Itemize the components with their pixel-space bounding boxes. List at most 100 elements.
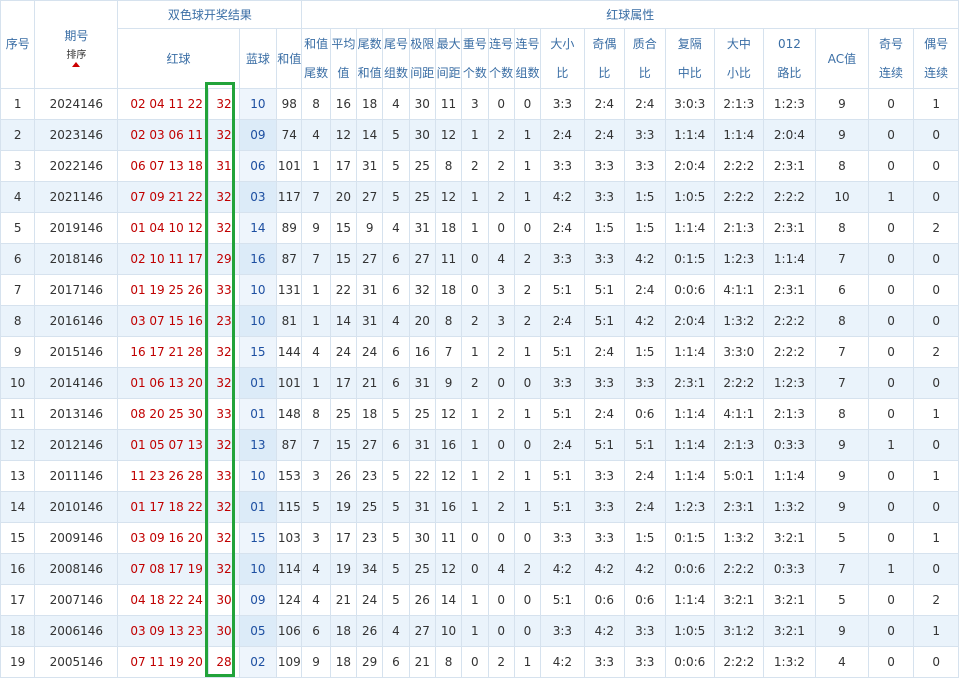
row-attr-cell: 153	[276, 460, 303, 492]
sort-arrow-icon[interactable]	[72, 61, 81, 67]
row-attr-cell: 10	[815, 181, 869, 213]
row-attr-cell: 0:1:5	[664, 243, 716, 275]
row-attr-cell: 106	[276, 615, 303, 647]
row-red-numbers: 03 07 15 16 17	[117, 305, 210, 337]
row-attr-cell: 2:2:2	[714, 646, 764, 678]
header-repeat-gap: 复隔 中比	[664, 28, 716, 89]
row-attr-cell: 2:1:3	[714, 212, 764, 244]
row-attr-cell: 124	[276, 584, 303, 616]
row-attr-cell: 3	[461, 88, 489, 120]
table-row: 18200614603 09 13 23 2630051066182642710…	[0, 615, 959, 647]
header-prime-composite: 质合比	[624, 28, 666, 89]
row-red-last: 32	[208, 336, 240, 368]
row-attr-cell: 0	[487, 615, 515, 647]
row-attr-cell: 1	[513, 181, 542, 213]
row-attr-cell: 4	[815, 646, 869, 678]
row-attr-cell: 26	[408, 584, 436, 616]
row-attr-cell: 30	[408, 88, 436, 120]
row-attr-cell: 3:3	[624, 119, 666, 151]
row-red-last: 32	[208, 522, 240, 554]
sort-label[interactable]: 排序	[36, 50, 117, 61]
row-attr-cell: 31	[356, 150, 384, 182]
row-attr-cell: 4	[382, 615, 410, 647]
table-row: 7201714601 19 25 26 27331013112231632180…	[0, 274, 959, 306]
row-red-numbers: 01 06 13 20 28	[117, 367, 210, 399]
row-attr-cell: 2	[513, 243, 542, 275]
row-attr-cell: 6	[382, 243, 410, 275]
header-consecutive-count: 连号 个数	[487, 28, 515, 89]
row-attr-cell: 101	[276, 367, 303, 399]
row-attr-cell: 1:1:4	[664, 212, 716, 244]
row-attr-cell: 8	[815, 150, 869, 182]
row-attr-cell: 1:1:4	[664, 119, 716, 151]
row-blue-ball: 13	[238, 429, 278, 461]
row-attr-cell: 6	[382, 367, 410, 399]
row-attr-cell: 2:4	[583, 398, 626, 430]
row-attr-cell: 5:1	[540, 336, 585, 368]
header-red-ball: 红球	[117, 28, 240, 89]
row-attr-cell: 3:3	[583, 367, 626, 399]
row-red-numbers: 07 09 21 22 28	[117, 181, 210, 213]
row-attr-cell: 2	[513, 553, 542, 585]
row-attr-cell: 1	[913, 460, 959, 492]
row-attr-cell: 87	[276, 243, 303, 275]
row-attr-cell: 26	[329, 460, 358, 492]
row-attr-cell: 5	[382, 553, 410, 585]
row-red-last: 31	[208, 150, 240, 182]
row-red-last: 33	[208, 274, 240, 306]
row-seq: 8	[0, 305, 36, 337]
row-attr-cell: 1:5	[624, 522, 666, 554]
row-attr-cell: 3:2:1	[762, 615, 817, 647]
row-attr-cell: 5	[382, 119, 410, 151]
row-attr-cell: 2:2:2	[762, 181, 817, 213]
row-attr-cell: 5	[301, 491, 331, 523]
row-attr-cell: 2:0:4	[664, 305, 716, 337]
row-attr-cell: 1:0:5	[664, 181, 716, 213]
row-attr-cell: 19	[329, 553, 358, 585]
row-attr-cell: 2:2:2	[714, 150, 764, 182]
row-attr-cell: 5	[382, 491, 410, 523]
row-attr-cell: 4	[382, 212, 410, 244]
row-attr-cell: 1:3:2	[714, 522, 764, 554]
row-attr-cell: 5	[382, 584, 410, 616]
row-attr-cell: 0:1:5	[664, 522, 716, 554]
row-attr-cell: 3:3	[624, 615, 666, 647]
row-attr-cell: 1	[867, 429, 915, 461]
row-attr-cell: 0:0:6	[664, 553, 716, 585]
row-attr-cell: 25	[408, 150, 436, 182]
row-attr-cell: 2:4	[624, 274, 666, 306]
row-attr-cell: 1:1:4	[664, 460, 716, 492]
row-attr-cell: 0	[913, 243, 959, 275]
row-attr-cell: 14	[356, 119, 384, 151]
row-attr-cell: 21	[408, 646, 436, 678]
header-seq-text: 序号	[5, 37, 30, 51]
row-attr-cell: 0	[487, 367, 515, 399]
row-attr-cell: 30	[408, 119, 436, 151]
row-attr-cell: 89	[276, 212, 303, 244]
row-attr-cell: 2:2:2	[714, 181, 764, 213]
row-attr-cell: 8	[301, 88, 331, 120]
row-attr-cell: 0	[461, 522, 489, 554]
row-attr-cell: 0:3:3	[762, 553, 817, 585]
row-attr-cell: 11	[434, 243, 463, 275]
row-period: 2013146	[34, 398, 119, 430]
row-attr-cell: 2	[487, 119, 515, 151]
header-period[interactable]: 期号 排序	[34, 0, 119, 89]
row-attr-cell: 4:2	[583, 553, 626, 585]
row-attr-cell: 31	[356, 274, 384, 306]
header-consecutive-groups: 连号 组数	[513, 28, 542, 89]
row-attr-cell: 144	[276, 336, 303, 368]
row-attr-cell: 0	[461, 553, 489, 585]
header-limit-span: 极限 间距	[408, 28, 436, 89]
header-tail-groups: 尾号 组数	[382, 28, 410, 89]
row-period: 2009146	[34, 522, 119, 554]
row-attr-cell: 2:4	[583, 336, 626, 368]
row-attr-cell: 0	[867, 305, 915, 337]
row-attr-cell: 1	[513, 646, 542, 678]
row-attr-cell: 18	[434, 212, 463, 244]
row-attr-cell: 2	[461, 150, 489, 182]
row-attr-cell: 2:0:4	[762, 119, 817, 151]
row-attr-cell: 2:2:2	[762, 305, 817, 337]
row-attr-cell: 7	[301, 181, 331, 213]
header-012-route: 012 路比	[762, 28, 817, 89]
